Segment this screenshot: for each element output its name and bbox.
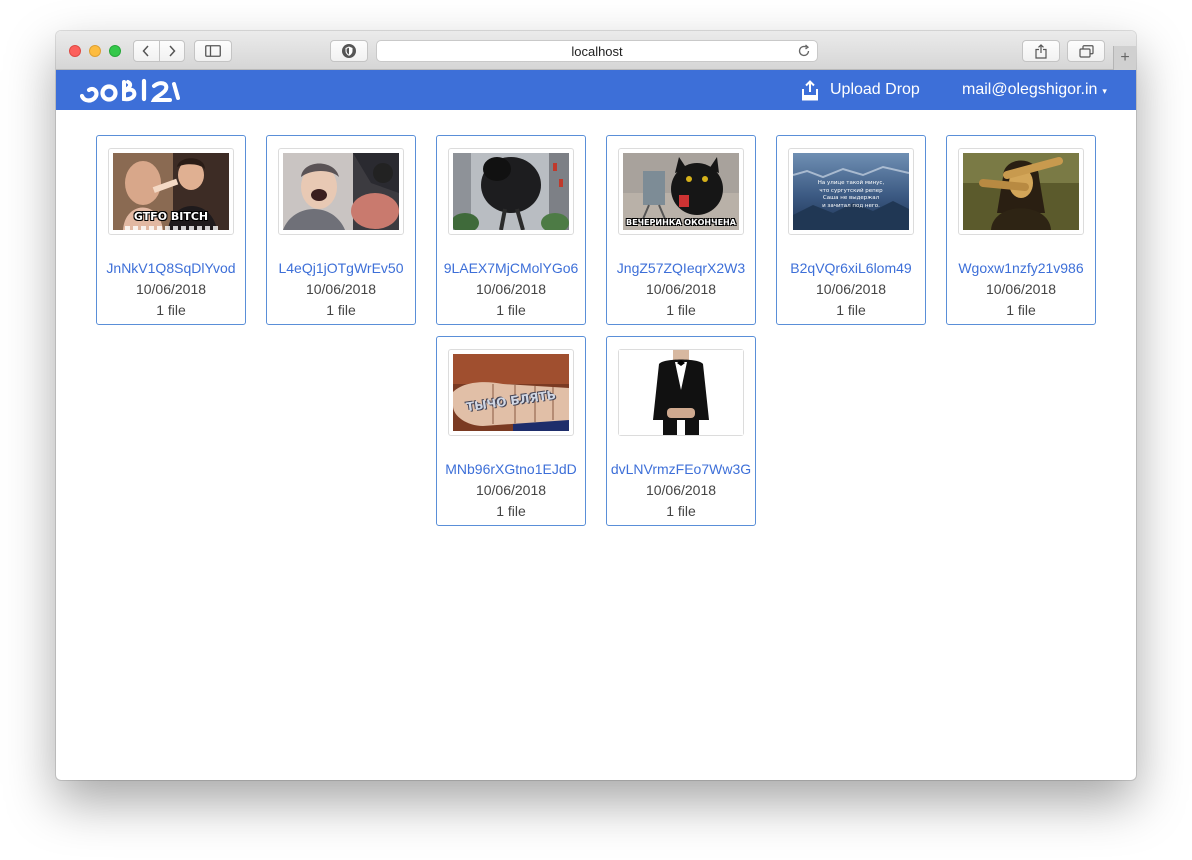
back-button[interactable] <box>134 41 160 61</box>
history-nav <box>133 40 185 62</box>
drops-grid: GTFO BITCH JnNkV1Q8SqDlYvod 10/06/2018 1 f… <box>86 135 1106 526</box>
account-dropdown[interactable]: mail@olegshigor.in ▾ <box>962 79 1107 101</box>
reload-icon[interactable] <box>797 44 811 58</box>
drop-file-count: 1 file <box>666 302 696 318</box>
thumb-caption: На улице такой минус, что сургутский репе… <box>817 180 885 209</box>
drop-card[interactable]: GTFO BITCH JnNkV1Q8SqDlYvod 10/06/2018 1 f… <box>96 135 246 325</box>
minimize-window-button[interactable] <box>89 45 101 57</box>
drop-card[interactable]: Wgoxw1nzfy21v986 10/06/2018 1 file <box>946 135 1096 325</box>
upload-drop-button[interactable]: Upload Drop <box>800 79 920 101</box>
drop-date: 10/06/2018 <box>815 281 887 297</box>
tabs-icon <box>1078 44 1094 58</box>
drop-thumbnail[interactable]: GTFO BITCH <box>108 148 234 235</box>
thumb-mona-dab <box>963 153 1079 230</box>
drop-date: 10/06/2018 <box>135 281 207 297</box>
tabs-overview-button[interactable] <box>1067 40 1105 62</box>
share-button[interactable] <box>1022 40 1060 62</box>
drop-thumbnail[interactable]: ВЕЧЕРИНКА ОКОНЧЕНА <box>618 148 744 235</box>
share-icon <box>1035 43 1047 59</box>
sidebar-toggle-button[interactable] <box>194 40 232 62</box>
drop-thumbnail[interactable] <box>448 148 574 235</box>
drop-card[interactable]: L4eQj1jOTgWrEv50 10/06/2018 1 file <box>266 135 416 325</box>
drop-name-link[interactable]: JngZ57ZQIeqrX2W3 <box>617 260 745 276</box>
drop-file-count: 1 file <box>836 302 866 318</box>
thumb-fingers: ТЫЧО БЛЯТЬ <box>453 354 569 431</box>
forward-button[interactable] <box>160 41 185 61</box>
drop-thumbnail[interactable] <box>958 148 1084 235</box>
logo[interactable] <box>79 78 184 109</box>
drop-file-count: 1 file <box>326 302 356 318</box>
drop-thumbnail[interactable] <box>278 148 404 235</box>
thumb-tuxedo <box>619 350 743 435</box>
privacy-shield-button[interactable] <box>330 40 368 62</box>
drop-card[interactable]: ВЕЧЕРИНКА ОКОНЧЕНА JngZ57ZQIeqrX2W3 10/06/… <box>606 135 756 325</box>
account-email: mail@olegshigor.in <box>962 81 1098 98</box>
drop-name-link[interactable]: 9LAEX7MjCMolYGo6 <box>444 260 579 276</box>
drop-name-link[interactable]: B2qVQr6xiL6lom49 <box>790 260 911 276</box>
address-text: localhost <box>571 43 623 59</box>
drop-thumbnail[interactable]: ТЫЧО БЛЯТЬ <box>448 349 574 436</box>
address-bar[interactable]: localhost <box>376 40 818 62</box>
browser-toolbar: localhost + <box>56 31 1136 70</box>
upload-icon <box>802 79 818 100</box>
sidebar-icon <box>205 45 221 57</box>
thumb-giant-bird <box>453 153 569 230</box>
drop-thumbnail[interactable]: На улице такой минус, что сургутский репе… <box>788 148 914 235</box>
logo-icon <box>79 78 180 103</box>
new-tab-button[interactable]: + <box>1113 46 1136 70</box>
drop-card[interactable]: dvLNVrmzFEo7Ww3G 10/06/2018 1 file <box>606 336 756 526</box>
drop-name-link[interactable]: dvLNVrmzFEo7Ww3G <box>611 461 751 477</box>
drop-name-link[interactable]: JnNkV1Q8SqDlYvod <box>106 260 235 276</box>
drop-file-count: 1 file <box>156 302 186 318</box>
caret-down-icon: ▾ <box>1102 86 1107 96</box>
drop-file-count: 1 file <box>666 503 696 519</box>
upload-drop-label: Upload Drop <box>830 81 920 98</box>
chevron-left-icon <box>142 45 149 57</box>
app-navbar: Upload Drop mail@olegshigor.in ▾ <box>56 70 1136 110</box>
drop-date: 10/06/2018 <box>475 482 547 498</box>
drop-file-count: 1 file <box>496 302 526 318</box>
thumb-man-gtfo: GTFO BITCH <box>113 153 229 230</box>
plus-icon: + <box>1120 49 1130 66</box>
drop-name-link[interactable]: MNb96rXGtno1EJdD <box>445 461 577 477</box>
thumb-anime-shout <box>283 153 399 230</box>
drop-name-link[interactable]: L4eQj1jOTgWrEv50 <box>278 260 403 276</box>
thumb-black-cat: ВЕЧЕРИНКА ОКОНЧЕНА <box>623 153 739 230</box>
thumb-winter-text: На улице такой минус, что сургутский репе… <box>793 153 909 230</box>
drop-card[interactable]: ТЫЧО БЛЯТЬ MNb96rXGtno1EJdD 10/06/2018 1 fi… <box>436 336 586 526</box>
drop-date: 10/06/2018 <box>985 281 1057 297</box>
drop-thumbnail[interactable] <box>618 349 744 436</box>
drop-date: 10/06/2018 <box>645 281 717 297</box>
drop-date: 10/06/2018 <box>305 281 377 297</box>
drop-date: 10/06/2018 <box>475 281 547 297</box>
thumb-caption: GTFO BITCH <box>133 210 209 223</box>
drop-card[interactable]: На улице такой минус, что сургутский репе… <box>776 135 926 325</box>
drop-name-link[interactable]: Wgoxw1nzfy21v986 <box>958 260 1083 276</box>
zoom-window-button[interactable] <box>109 45 121 57</box>
drop-file-count: 1 file <box>1006 302 1036 318</box>
close-window-button[interactable] <box>69 45 81 57</box>
drop-date: 10/06/2018 <box>645 482 717 498</box>
drop-file-count: 1 file <box>496 503 526 519</box>
drop-card[interactable]: 9LAEX7MjCMolYGo6 10/06/2018 1 file <box>436 135 586 325</box>
shield-icon <box>342 44 356 58</box>
chevron-right-icon <box>169 45 176 57</box>
thumb-caption: ВЕЧЕРИНКА ОКОНЧЕНА <box>626 218 736 227</box>
browser-window: localhost + Upload Drop mail@olegshigor.… <box>56 31 1136 780</box>
